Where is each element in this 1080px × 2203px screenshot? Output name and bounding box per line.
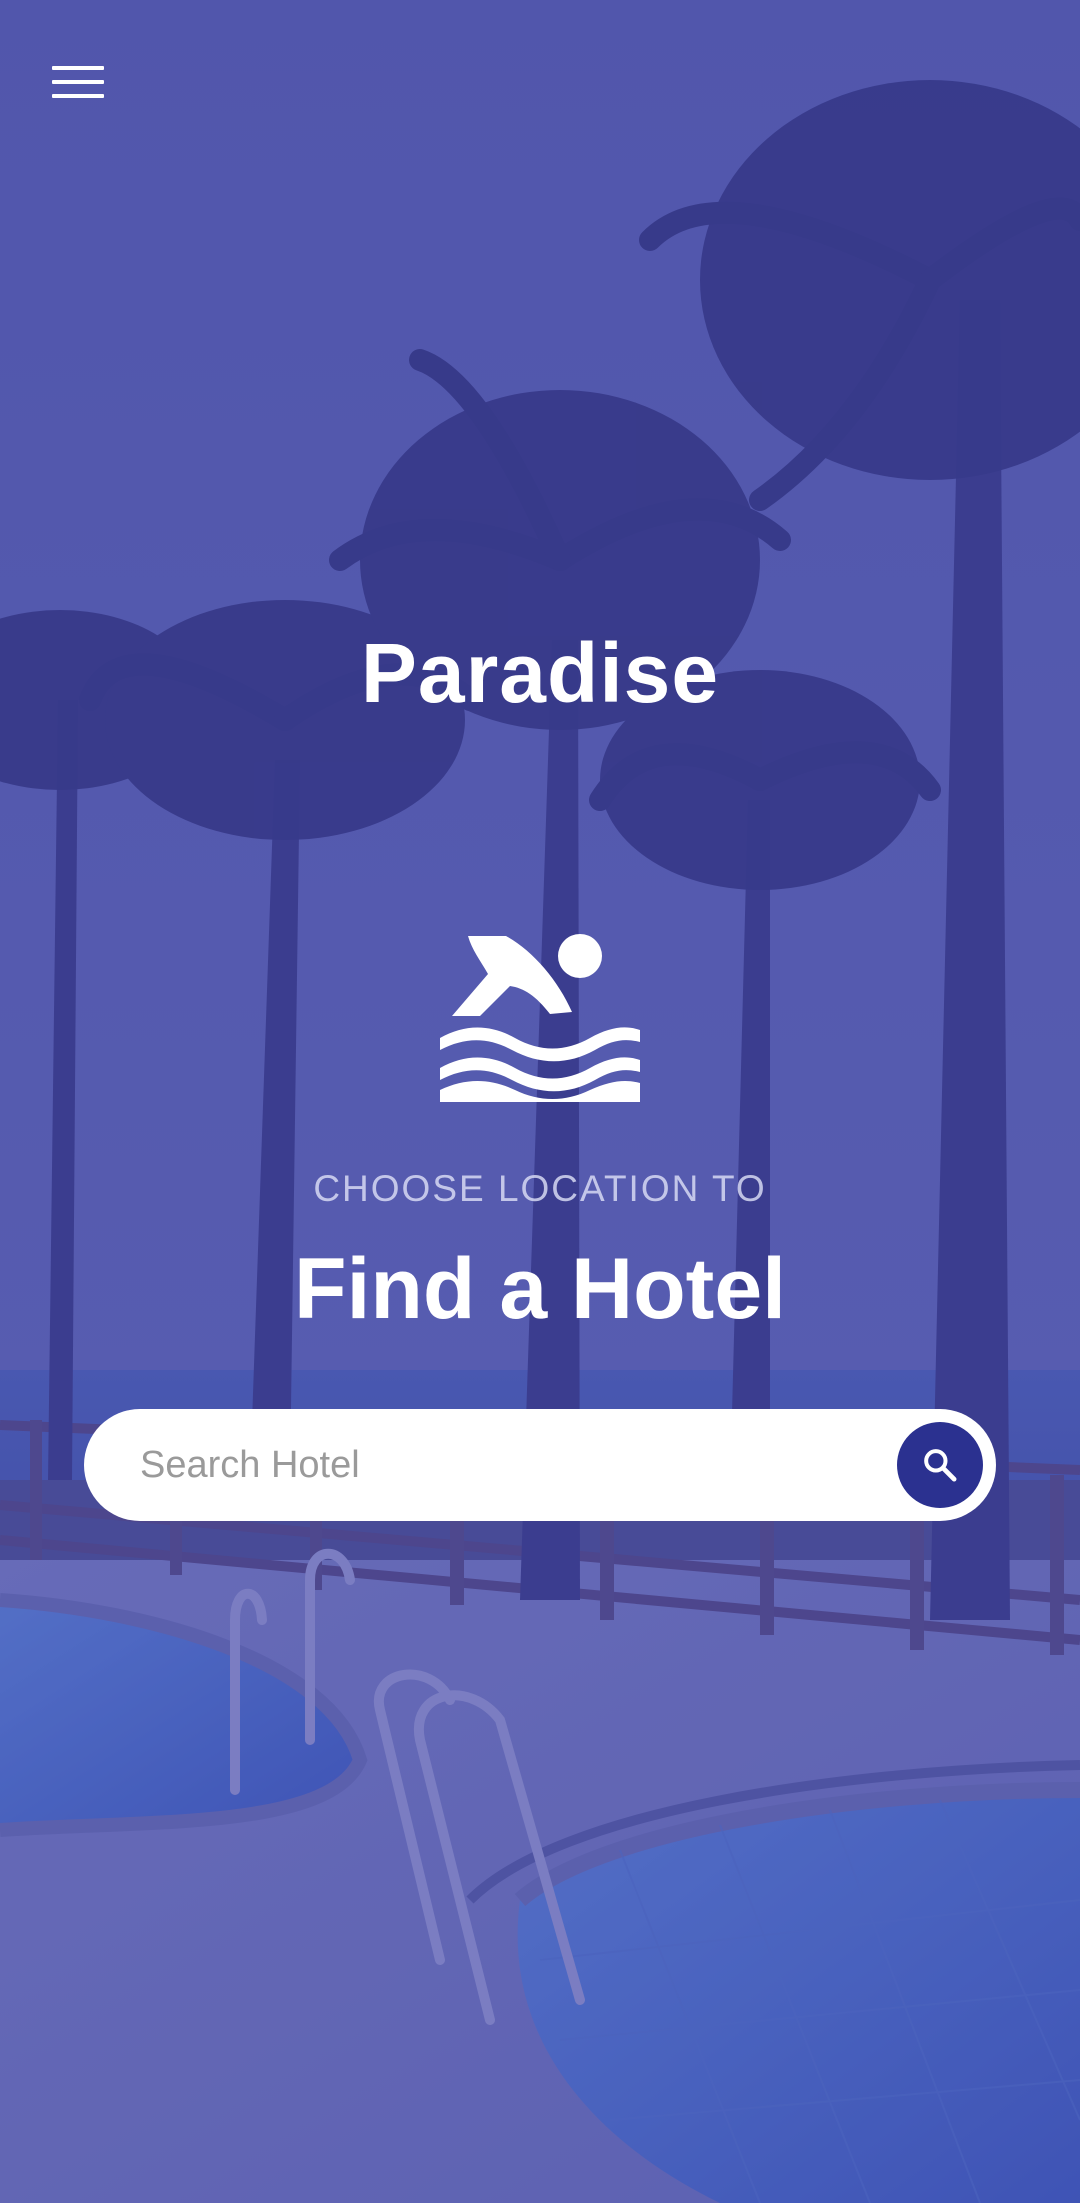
headline: Find a Hotel — [293, 1241, 787, 1337]
menu-bar — [52, 66, 104, 70]
swimming-pool-icon — [440, 934, 640, 1102]
subtitle: CHOOSE LOCATION TO — [313, 1168, 767, 1209]
app-title: Paradise — [360, 626, 720, 720]
search-button[interactable] — [897, 1422, 983, 1508]
hamburger-menu-icon[interactable] — [52, 64, 106, 104]
menu-bar — [52, 80, 104, 84]
menu-bar — [52, 94, 104, 98]
search-input[interactable] — [140, 1409, 840, 1521]
search-bar — [84, 1409, 996, 1521]
search-icon — [924, 1449, 957, 1482]
home-screen: Paradise CHOOSE LOCATION TO Find a Hotel — [0, 0, 1080, 2203]
